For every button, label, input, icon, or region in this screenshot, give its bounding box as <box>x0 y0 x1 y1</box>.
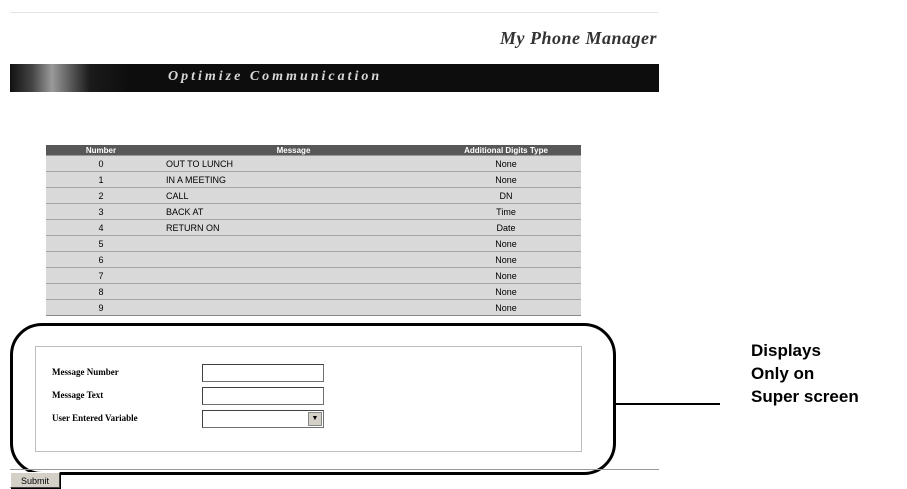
cell-number: 1 <box>46 171 156 188</box>
cell-number: 7 <box>46 267 156 284</box>
cell-type: None <box>431 171 581 188</box>
chevron-down-icon[interactable]: ▼ <box>308 412 322 426</box>
app-title: My Phone Manager <box>499 28 657 48</box>
cell-message <box>156 299 431 316</box>
messages-table: Number Message Additional Digits Type 0 … <box>46 145 581 316</box>
table-header-row: Number Message Additional Digits Type <box>46 145 581 156</box>
column-header-number: Number <box>46 145 156 156</box>
table-row[interactable]: 3 BACK AT Time <box>46 203 581 220</box>
cell-message: CALL <box>156 187 431 204</box>
cell-type: Time <box>431 203 581 220</box>
cell-message <box>156 235 431 252</box>
banner-tagline: Optimize Communication <box>168 69 383 84</box>
callout-line-1: Displays <box>751 341 821 360</box>
cell-message: OUT TO LUNCH <box>156 155 431 172</box>
table-row[interactable]: 2 CALL DN <box>46 187 581 204</box>
table-row[interactable]: 9 None <box>46 299 581 316</box>
submit-button[interactable]: Submit <box>10 472 60 488</box>
callout-line-2: Only on <box>751 364 815 383</box>
cell-message <box>156 283 431 300</box>
message-text-label: Message Text <box>52 390 104 400</box>
message-number-input[interactable] <box>202 364 324 382</box>
header-banner: Optimize Communication <box>10 64 659 92</box>
user-entered-variable-select[interactable]: ▼ <box>202 410 324 428</box>
cell-number: 6 <box>46 251 156 268</box>
cell-number: 3 <box>46 203 156 220</box>
cell-number: 9 <box>46 299 156 316</box>
cell-number: 4 <box>46 219 156 236</box>
bottom-divider <box>10 469 659 470</box>
column-header-message: Message <box>156 145 431 156</box>
column-header-type: Additional Digits Type <box>431 145 581 156</box>
table-row[interactable]: 5 None <box>46 235 581 252</box>
message-text-input[interactable] <box>202 387 324 405</box>
cell-number: 8 <box>46 283 156 300</box>
callout-line-3: Super screen <box>751 387 859 406</box>
table-row[interactable]: 0 OUT TO LUNCH None <box>46 155 581 172</box>
cell-type: None <box>431 267 581 284</box>
cell-number: 5 <box>46 235 156 252</box>
cell-type: None <box>431 155 581 172</box>
cell-type: None <box>431 299 581 316</box>
message-number-label: Message Number <box>52 367 119 377</box>
message-edit-form: Message Number Message Text User Entered… <box>35 346 582 452</box>
table-row[interactable]: 8 None <box>46 283 581 300</box>
cell-type: None <box>431 251 581 268</box>
table-row[interactable]: 6 None <box>46 251 581 268</box>
cell-type: None <box>431 283 581 300</box>
cell-number: 0 <box>46 155 156 172</box>
callout-pointer-line <box>613 403 720 405</box>
table-row[interactable]: 4 RETURN ON Date <box>46 219 581 236</box>
user-entered-variable-label: User Entered Variable <box>52 413 138 423</box>
cell-message: BACK AT <box>156 203 431 220</box>
cell-number: 2 <box>46 187 156 204</box>
callout-annotation: Displays Only on Super screen <box>751 339 859 408</box>
cell-message: IN A MEETING <box>156 171 431 188</box>
table-row[interactable]: 1 IN A MEETING None <box>46 171 581 188</box>
cell-type: None <box>431 235 581 252</box>
cell-message <box>156 251 431 268</box>
cell-message: RETURN ON <box>156 219 431 236</box>
top-divider <box>10 12 658 13</box>
cell-message <box>156 267 431 284</box>
cell-type: DN <box>431 187 581 204</box>
cell-type: Date <box>431 219 581 236</box>
table-row[interactable]: 7 None <box>46 267 581 284</box>
